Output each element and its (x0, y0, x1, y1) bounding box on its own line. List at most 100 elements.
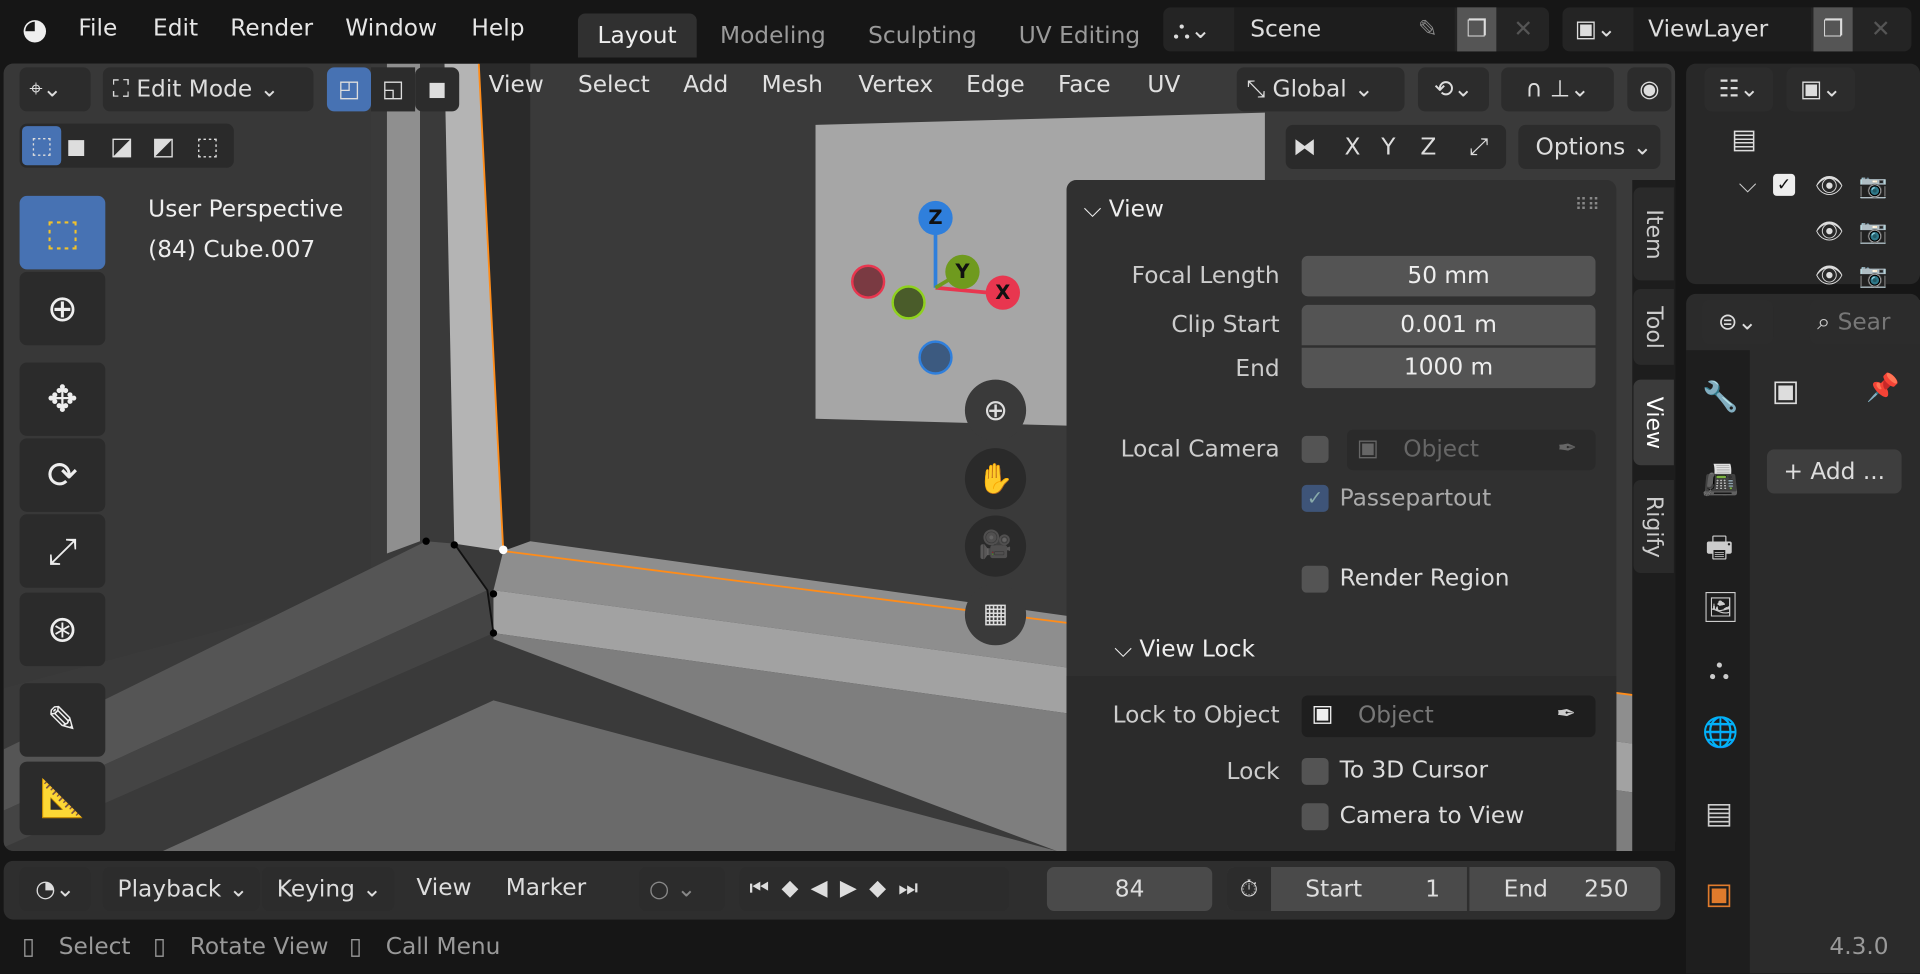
viewport-menu-mesh[interactable]: Mesh (762, 71, 823, 98)
topology-mirror-icon[interactable]: ⤢ (1469, 125, 1488, 169)
menu-render[interactable]: Render (230, 15, 313, 42)
outliner-display-mode[interactable]: ☷⌄ (1704, 67, 1774, 112)
menu-help[interactable]: Help (471, 15, 524, 42)
blender-logo-icon[interactable]: ◕ (22, 12, 48, 46)
viewport-menu-view[interactable]: View (489, 71, 544, 98)
delete-viewlayer-icon[interactable]: ✕ (1871, 7, 1890, 51)
zoom-view-icon[interactable]: ⊕ (964, 379, 1027, 441)
timeline-view-menu[interactable]: View (416, 874, 471, 901)
current-frame-field[interactable]: 84 (1046, 866, 1213, 912)
viewport-menu-add[interactable]: Add (683, 71, 728, 98)
use-preview-range-icon[interactable]: ⏱ (1226, 866, 1272, 912)
menu-edit[interactable]: Edit (153, 15, 198, 42)
output-properties-icon[interactable]: 🖶 (1702, 527, 1736, 577)
tab-sculpting[interactable]: Sculpting (849, 13, 997, 57)
viewport-menu-vertex[interactable]: Vertex (858, 71, 933, 98)
playback-menu[interactable]: Playback ⌄ (102, 866, 260, 912)
tab-modeling[interactable]: Modeling (700, 13, 845, 57)
tab-layout[interactable]: Layout (577, 13, 697, 58)
select-new-icon[interactable]: ⬚ (22, 126, 62, 166)
mode-selector[interactable]: ⛶ Edit Mode ⌄ (102, 67, 314, 112)
orthographic-grid-icon[interactable]: ▦ (964, 584, 1027, 646)
mirror-x-toggle[interactable]: X (1344, 125, 1360, 169)
edge-select-mode[interactable]: ◱ (371, 67, 416, 112)
expand-chevron-icon[interactable]: ⌵ (1739, 171, 1757, 198)
drag-handle-icon[interactable]: ⠿⠿ (1575, 196, 1600, 216)
select-invert-icon[interactable]: ◩ (152, 124, 175, 168)
options-dropdown[interactable]: Options ⌄ (1518, 124, 1661, 169)
render-camera-icon[interactable]: 📷 (1859, 171, 1888, 200)
eyedropper-icon[interactable]: ✒ (1556, 700, 1575, 727)
menu-file[interactable]: File (78, 15, 117, 42)
tool-settings-icon[interactable]: 🔧 (1702, 380, 1739, 414)
render-properties-icon[interactable]: 📠 (1702, 463, 1739, 497)
menu-window[interactable]: Window (345, 15, 437, 42)
timeline-editor-type[interactable]: ◔⌄ (19, 866, 91, 912)
camera-to-view-checkbox[interactable] (1301, 803, 1329, 831)
collection-properties-icon[interactable]: ▤ (1702, 796, 1736, 830)
view-layer-properties-icon[interactable]: 🖼 (1702, 590, 1739, 624)
viewlayer-selector[interactable]: ▣⌄ ViewLayer ❐ ✕ (1562, 7, 1912, 52)
render-camera-icon[interactable]: 📷 (1859, 217, 1888, 245)
viewlayer-name[interactable]: ViewLayer (1648, 7, 1768, 51)
auto-keying-toggle[interactable]: ○ ⌄ (639, 866, 725, 912)
sidebar-tab-view[interactable]: View (1633, 379, 1674, 466)
sidebar-tab-tool[interactable]: Tool (1633, 288, 1674, 365)
collection-checkbox[interactable]: ✓ (1773, 173, 1796, 196)
keying-menu[interactable]: Keying ⌄ (262, 866, 395, 912)
jump-start-icon[interactable]: ⏮ (749, 876, 781, 902)
viewport-menu-edge[interactable]: Edge (966, 71, 1025, 98)
lock-to-3d-cursor-checkbox[interactable] (1301, 757, 1329, 785)
gizmo-x-axis[interactable]: X (985, 275, 1021, 310)
face-select-mode[interactable]: ◼ (415, 67, 460, 112)
focal-length-field[interactable]: 50 mm (1301, 255, 1596, 297)
measure-tool[interactable]: 📐 (19, 761, 106, 836)
delete-scene-icon[interactable]: ✕ (1513, 7, 1532, 51)
local-camera-checkbox[interactable] (1301, 435, 1329, 463)
sidebar-tab-rigify[interactable]: Rigify (1633, 480, 1674, 574)
camera-view-icon[interactable]: 🎥 (964, 515, 1027, 577)
select-subtract-icon[interactable]: ◪ (110, 124, 133, 168)
select-extend-icon[interactable]: ◼ (66, 124, 86, 168)
object-properties-icon[interactable]: ▣ (1702, 877, 1736, 911)
timeline-marker-menu[interactable]: Marker (506, 874, 586, 901)
render-camera-icon[interactable]: 📷 (1859, 261, 1888, 289)
viewport-menu-select[interactable]: Select (578, 71, 650, 98)
pan-hand-icon[interactable]: ✋ (964, 448, 1027, 510)
lock-to-object-field[interactable]: ▣ Object ✒ (1301, 695, 1596, 738)
local-camera-object-field[interactable]: ▣ Object ✒ (1346, 429, 1596, 471)
jump-end-icon[interactable]: ⏭ (898, 876, 930, 902)
passepartout-checkbox[interactable]: ✓ (1301, 484, 1329, 512)
move-tool[interactable]: ✥ (19, 362, 106, 436)
clip-end-field[interactable]: 1000 m (1301, 347, 1596, 389)
prev-keyframe-icon[interactable]: ◆ (781, 876, 810, 902)
play-reverse-icon[interactable]: ◀ (811, 876, 840, 902)
start-frame-field[interactable]: Start 1 (1271, 866, 1470, 912)
outliner-filter[interactable]: ▣⌄ (1786, 67, 1856, 112)
eyedropper-icon[interactable]: ✒ (1558, 435, 1577, 462)
visibility-eye-icon[interactable]: 👁 (1815, 217, 1845, 245)
cursor-tool[interactable]: ⊕ (19, 271, 106, 346)
pivot-point-selector[interactable]: ⟲⌄ (1417, 67, 1489, 112)
properties-search[interactable]: ⌕ Sear (1809, 300, 1920, 345)
transform-tool[interactable]: ⊛ (19, 592, 106, 667)
render-region-checkbox[interactable] (1301, 565, 1329, 593)
pin-icon[interactable]: ✎ (1418, 7, 1437, 51)
visibility-eye-icon[interactable]: 👁 (1815, 261, 1845, 289)
annotate-tool[interactable]: ✎ (19, 683, 106, 757)
world-properties-icon[interactable]: 🌐 (1702, 715, 1739, 749)
gizmo-y-axis[interactable]: Y (945, 254, 980, 289)
play-icon[interactable]: ▶ (840, 876, 869, 902)
mirror-y-toggle[interactable]: Y (1381, 125, 1395, 169)
select-box-tool[interactable]: ⬚ (19, 195, 106, 270)
scale-tool[interactable]: ⤢ (19, 514, 106, 588)
mirror-z-toggle[interactable]: Z (1420, 125, 1436, 169)
vertex-select-mode[interactable]: ◰ (326, 67, 372, 112)
clip-start-field[interactable]: 0.001 m (1301, 304, 1596, 346)
end-frame-field[interactable]: End 250 (1469, 867, 1660, 911)
rotate-tool[interactable]: ⟳ (19, 438, 106, 512)
view-lock-header[interactable]: ⌵ View Lock (1114, 636, 1255, 663)
select-intersect-icon[interactable]: ⬚ (196, 124, 219, 168)
snapping-toggle[interactable]: ∩ ⊥⌄ (1501, 67, 1614, 112)
properties-editor-type[interactable]: ⊜⌄ (1702, 300, 1774, 345)
